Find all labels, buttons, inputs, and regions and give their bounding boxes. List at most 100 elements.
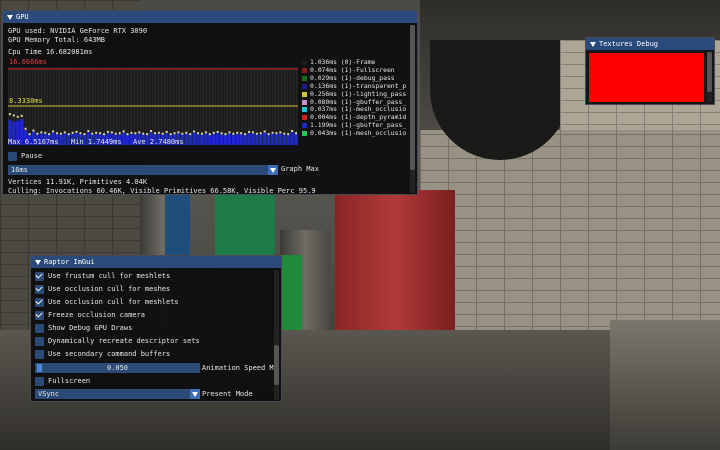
slider-grab-handle[interactable] <box>37 364 42 372</box>
graph-peak-point <box>271 131 274 134</box>
graph-peak-point <box>83 133 86 136</box>
graph-peak-point <box>236 131 239 134</box>
legend-swatch <box>302 91 307 97</box>
option-checkbox[interactable] <box>35 298 44 307</box>
graph-mid-label: 8.3330ms <box>9 97 43 105</box>
graph-peak-point <box>52 130 55 133</box>
graph-peak-point <box>103 133 106 136</box>
graph-peak-point <box>295 132 298 135</box>
legend-item: 0.043ms (1)-mesh_occlusio <box>302 130 406 137</box>
legend-swatch <box>302 131 307 137</box>
graph-peak-point <box>240 132 243 135</box>
option-label: Use frustum cull for meshlets <box>48 272 171 280</box>
graph-bar <box>212 133 216 145</box>
legend-text: 0.136ms (1)-transparent_p <box>310 81 407 90</box>
legend-item: 0.136ms (1)-transparent_p <box>302 81 407 90</box>
option-checkbox[interactable] <box>35 337 44 346</box>
textures-window-scrollbar[interactable] <box>707 52 712 102</box>
graph-bar <box>192 132 196 145</box>
graph-peak-point <box>95 131 98 134</box>
graph-bar <box>223 134 228 145</box>
graph-peak-point <box>8 113 11 116</box>
raptor-imgui-window[interactable]: Raptor ImGui Use frustum cull for meshle… <box>30 255 282 402</box>
graph-peak-point <box>114 132 117 135</box>
graph-bar <box>216 132 220 145</box>
graph-peak-point <box>142 132 145 135</box>
graph-bar <box>266 134 271 145</box>
legend-swatch <box>302 83 307 89</box>
legend-text: 0.029ms (1)-debug_pass <box>310 73 395 82</box>
textures-window-titlebar[interactable]: Textures Debug <box>586 38 714 50</box>
graph-peak-point <box>251 131 254 134</box>
graph-bar <box>263 132 267 145</box>
graph-peak-point <box>185 131 188 134</box>
graph-max-combo-value: 16ms <box>11 166 28 174</box>
graph-peak-point <box>161 132 164 135</box>
graph-peak-point <box>146 133 149 136</box>
graph-peak-point <box>165 130 168 133</box>
graph-bar <box>255 134 259 145</box>
raptor-window-scrollbar[interactable] <box>274 270 279 400</box>
graph-peak-point <box>244 133 247 136</box>
graph-bar <box>231 134 235 145</box>
raptor-window-scrollbar-thumb[interactable] <box>274 345 279 385</box>
graph-bar <box>219 134 224 145</box>
graph-peak-point <box>259 132 262 135</box>
graph-peak-point <box>169 133 172 136</box>
gpu-window-scrollbar[interactable] <box>410 25 415 193</box>
animation-speed-slider[interactable]: 0.050 <box>35 363 200 373</box>
gpu-window-titlebar[interactable]: GPU <box>3 11 417 23</box>
graph-peak-point <box>99 132 102 135</box>
legend-text: 0.043ms (1)-mesh_occlusio <box>310 129 407 138</box>
graph-peak-point <box>181 132 184 135</box>
stat-min: Min 1.7449ms <box>71 138 122 146</box>
gpu-window[interactable]: GPU GPU used: NVIDIA GeForce RTX 3090 GP… <box>2 10 418 195</box>
graph-peak-point <box>291 130 294 133</box>
graph-bar <box>208 134 212 145</box>
pause-checkbox[interactable] <box>8 152 17 161</box>
fullscreen-checkbox[interactable] <box>35 377 44 386</box>
graph-peak-point <box>106 130 109 133</box>
legend-swatch <box>302 123 307 129</box>
chevron-down-icon[interactable] <box>190 389 200 399</box>
raptor-window-titlebar[interactable]: Raptor ImGui <box>31 256 281 268</box>
legend-item: 0.074ms (1)-Fullscreen <box>302 66 395 74</box>
gpu-window-scrollbar-thumb[interactable] <box>410 25 415 170</box>
option-checkbox[interactable] <box>35 311 44 320</box>
graph-peak-point <box>200 132 203 135</box>
gpu-timing-graph <box>8 67 298 145</box>
animation-speed-label: Animation Speed Mu <box>202 364 278 372</box>
option-checkbox[interactable] <box>35 324 44 333</box>
graph-bar <box>270 133 275 145</box>
graph-peak-point <box>197 132 200 135</box>
option-checkbox[interactable] <box>35 272 44 281</box>
collapse-arrow-icon[interactable] <box>590 41 596 47</box>
culling-text: Culling: Invocations 60.46K, Visible Pri… <box>8 187 316 195</box>
graph-bar <box>121 132 126 145</box>
collapse-arrow-icon[interactable] <box>7 14 13 20</box>
graph-bar <box>125 134 130 145</box>
graph-max-combo[interactable]: 16ms <box>8 165 278 175</box>
present-mode-combo[interactable]: VSync <box>35 389 200 399</box>
graph-peak-point <box>138 131 141 134</box>
textures-debug-window[interactable]: Textures Debug <box>585 37 715 105</box>
graph-peak-point <box>28 133 31 136</box>
option-checkbox[interactable] <box>35 350 44 359</box>
graph-peak-point <box>232 132 235 135</box>
graph-peak-point <box>208 133 211 136</box>
collapse-arrow-icon[interactable] <box>35 259 41 265</box>
graph-bar <box>63 133 67 145</box>
raptor-window-title: Raptor ImGui <box>44 258 95 266</box>
chevron-down-icon[interactable] <box>268 165 278 175</box>
graph-peak-point <box>134 132 137 135</box>
stat-max: Max 6.5167ms <box>8 138 59 146</box>
graph-peak-point <box>20 114 23 117</box>
graph-peak-point <box>275 132 278 135</box>
graph-bar <box>274 134 279 145</box>
graph-peak-point <box>224 133 227 136</box>
textures-window-scrollbar-thumb[interactable] <box>707 52 712 92</box>
graph-peak-point <box>153 132 156 135</box>
option-checkbox[interactable] <box>35 285 44 294</box>
legend-item: 0.029ms (1)-debug_pass <box>302 73 395 82</box>
gpu-used-text: GPU used: NVIDIA GeForce RTX 3090 <box>8 27 148 35</box>
